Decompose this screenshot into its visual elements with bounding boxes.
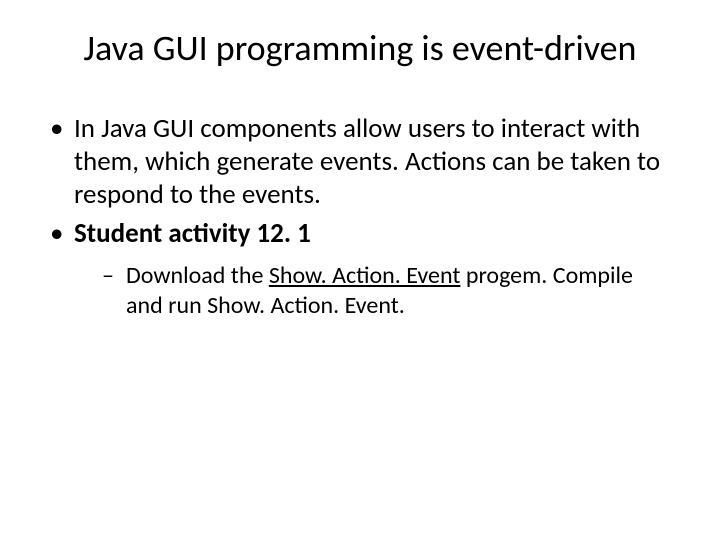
bullet-item-1: In Java GUI components allow users to in… bbox=[48, 113, 672, 212]
bullet-text-1: In Java GUI components allow users to in… bbox=[74, 112, 660, 211]
bullet-text-2: Student activity 12. 1 bbox=[74, 217, 311, 250]
bullet-list: In Java GUI components allow users to in… bbox=[48, 113, 672, 321]
show-action-event-link[interactable]: Show. Action. Event bbox=[269, 261, 461, 290]
sub-bullet-pre: Download the bbox=[126, 261, 269, 290]
sub-bullet-item-1: Download the Show. Action. Event progem.… bbox=[102, 261, 672, 321]
slide: Java GUI programming is event-driven In … bbox=[0, 0, 720, 540]
sub-bullet-list: Download the Show. Action. Event progem.… bbox=[102, 261, 672, 321]
bullet-item-2: Student activity 12. 1 Download the Show… bbox=[48, 218, 672, 321]
slide-title: Java GUI programming is event-driven bbox=[48, 28, 672, 69]
